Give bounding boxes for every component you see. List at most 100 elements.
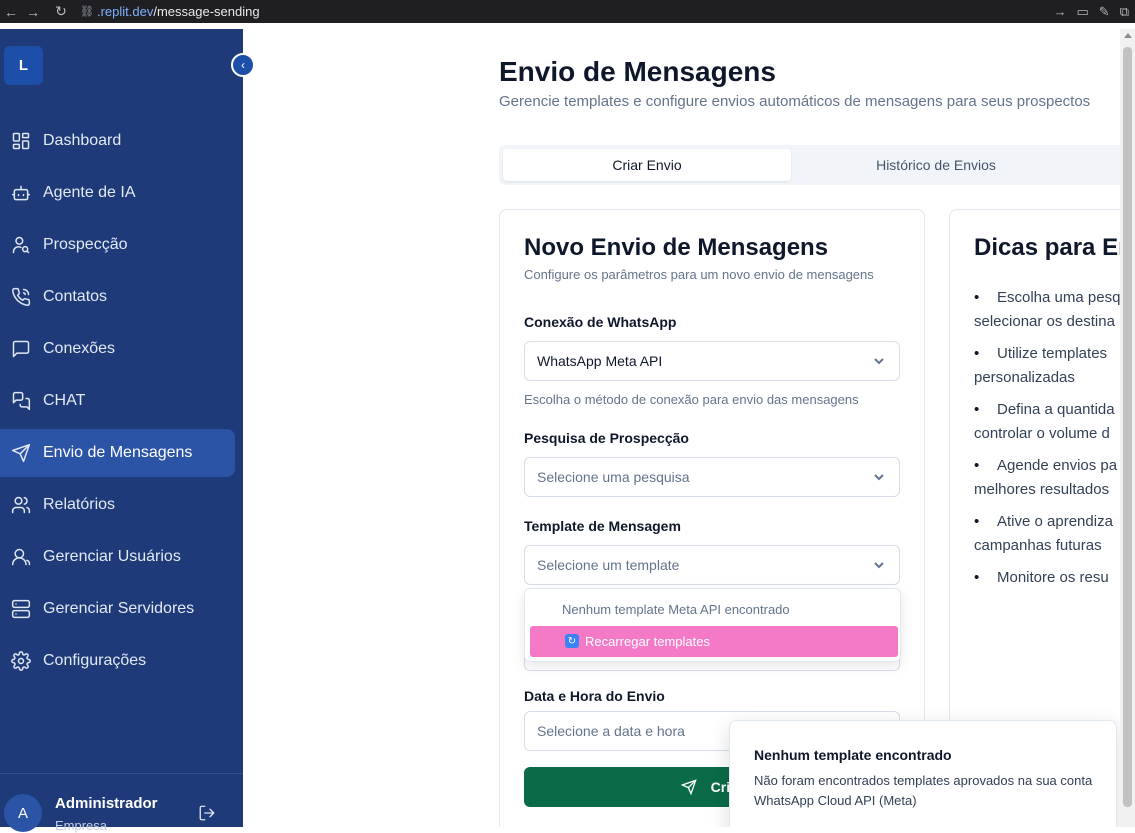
external-link-icon[interactable]: ⧉ (1120, 4, 1129, 20)
wrench-icon[interactable]: ✎ (1099, 4, 1110, 20)
send-icon (680, 779, 697, 795)
bot-icon (11, 185, 31, 201)
dashboard-icon (12, 132, 30, 150)
card-title: Novo Envio de Mensagens (524, 234, 829, 261)
reload-templates-item[interactable]: ↻ Recarregar templates (530, 626, 898, 657)
chevron-left-icon: ‹ (241, 58, 245, 72)
datetime-placeholder: Selecione a data e hora (537, 723, 685, 739)
avatar[interactable]: A (4, 794, 42, 832)
sidebar-item-label: Contatos (43, 288, 108, 305)
datetime-label: Data e Hora do Envio (524, 688, 665, 704)
tab-historico-envios[interactable]: Histórico de Envios (791, 149, 1081, 181)
sidebar-item-label: Configurações (43, 652, 147, 669)
server-icon (11, 599, 31, 619)
sidebar-item-label: CHAT (43, 392, 86, 409)
gear-icon (11, 651, 31, 671)
reload-icon[interactable]: ↻ (50, 0, 72, 23)
link-icon: ⛓ (80, 6, 94, 18)
tip-line: melhores resultados (974, 481, 1110, 498)
template-label: Template de Mensagem (524, 518, 681, 534)
chevron-down-icon (874, 562, 884, 569)
sidebar-item-label: Gerenciar Servidores (43, 600, 195, 617)
sidebar-collapse-button[interactable]: ‹ (231, 53, 255, 77)
tip-item: Agende envios pa melhores resultados (974, 454, 1120, 502)
sidebar-item-label: Gerenciar Usuários (43, 548, 181, 565)
sidebar-item-conexoes[interactable]: Conexões (0, 325, 235, 373)
tip-item: Ative o aprendiza campanhas futuras (974, 510, 1120, 558)
template-select[interactable]: Selecione um template (524, 545, 900, 585)
user-panel: A Administrador Empresa (0, 773, 243, 833)
connection-hint: Escolha o método de conexão para envio d… (524, 392, 859, 407)
tip-line: Defina a quantida (997, 401, 1115, 418)
phone-icon (12, 287, 31, 306)
sidebar-item-configuracoes[interactable]: Configurações (0, 637, 235, 685)
connection-select[interactable]: WhatsApp Meta API (524, 341, 900, 381)
user-role: Empresa (55, 818, 108, 833)
reload-templates-label: Recarregar templates (585, 634, 710, 649)
url-host: .replit.dev (96, 4, 154, 19)
sidebar-item-gerenciar-servidores[interactable]: Gerenciar Servidores (0, 585, 235, 633)
users-icon (11, 496, 31, 514)
page-scrollbar[interactable] (1120, 29, 1135, 827)
page-subtitle: Gerencie templates e configure envios au… (499, 93, 1091, 110)
toast-notification[interactable]: Nenhum template encontrado Não foram enc… (729, 720, 1117, 827)
tip-line: Ative o aprendiza (997, 513, 1113, 530)
tip-item: Monitore os resu (974, 566, 1120, 590)
tab-criar-envio[interactable]: Criar Envio (503, 149, 791, 181)
refresh-icon: ↻ (565, 634, 579, 648)
send-icon (11, 443, 31, 463)
sidebar-item-envio-mensagens[interactable]: Envio de Mensagens (0, 429, 235, 477)
search-select[interactable]: Selecione uma pesquisa (524, 457, 900, 497)
chevron-down-icon (874, 474, 884, 481)
search-label: Pesquisa de Prospecção (524, 430, 689, 446)
messages-icon (12, 391, 31, 411)
dropdown-empty-text: Nenhum template Meta API encontrado (562, 602, 790, 617)
tip-line: Utilize templates (997, 345, 1108, 362)
app-logo[interactable]: L (4, 46, 43, 85)
template-dropdown: Nenhum template Meta API encontrado ↻ Re… (524, 588, 901, 662)
tip-item: Defina a quantida controlar o volume d (974, 398, 1120, 446)
sidebar-item-label: Relatórios (43, 496, 116, 513)
card-description: Configure os parâmetros para um novo env… (524, 267, 874, 282)
sidebar-item-label: Envio de Mensagens (43, 444, 193, 461)
tip-item: Utilize templates personalizadas (974, 342, 1120, 390)
sidebar-item-chat[interactable]: CHAT (0, 377, 235, 425)
sidebar-item-agente-ia[interactable]: Agente de IA (0, 169, 235, 217)
tip-line: Agende envios pa (997, 457, 1118, 474)
toast-body: Não foram encontrados templates aprovado… (754, 773, 1093, 808)
tip-line: campanhas futuras (974, 537, 1102, 554)
user-icon (11, 548, 31, 566)
message-square-icon (12, 340, 30, 358)
tip-item: Escolha uma pesq selecionar os destina (974, 286, 1120, 334)
toast-title: Nenhum template encontrado (754, 747, 952, 763)
tips-title: Dicas para Env (974, 234, 1120, 261)
tab-list: Criar Envio Histórico de Envios (499, 145, 1120, 185)
sidebar-item-label: Dashboard (43, 132, 122, 149)
tip-line: selecionar os destina (974, 313, 1115, 330)
forward-arrow-icon[interactable]: → (1054, 4, 1067, 19)
sidebar-item-prospeccao[interactable]: Prospecção (0, 221, 235, 269)
monitor-icon[interactable]: ▭ (1077, 4, 1089, 20)
tip-line: Escolha uma pesq (997, 289, 1120, 306)
chevron-down-icon (874, 358, 884, 365)
main-content: Envio de Mensagens Gerencie templates e … (243, 29, 1120, 827)
logout-icon[interactable] (198, 804, 216, 822)
sidebar-item-label: Agente de IA (43, 184, 136, 201)
sidebar-item-dashboard[interactable]: Dashboard (0, 117, 235, 165)
sidebar-item-label: Prospecção (43, 236, 128, 253)
scroll-thumb[interactable] (1123, 47, 1132, 807)
back-icon[interactable]: ← (0, 0, 22, 23)
sidebar-item-relatorios[interactable]: Relatórios (0, 481, 235, 529)
forward-icon[interactable]: → (22, 0, 44, 23)
page-title: Envio de Mensagens (499, 56, 776, 87)
address-bar[interactable]: ⛓ .replit.dev/message-sending (80, 2, 260, 21)
user-search-icon (12, 236, 30, 254)
user-name: Administrador (55, 795, 158, 812)
connection-label: Conexão de WhatsApp (524, 314, 677, 330)
tip-line: controlar o volume d (974, 425, 1110, 442)
scroll-up-icon[interactable] (1124, 33, 1132, 38)
tip-line: personalizadas (974, 369, 1075, 386)
sidebar-item-contatos[interactable]: Contatos (0, 273, 235, 321)
sidebar-item-gerenciar-usuarios[interactable]: Gerenciar Usuários (0, 533, 235, 581)
sidebar: L Dashboard Agente de IA Prospecção Cont… (0, 29, 243, 833)
